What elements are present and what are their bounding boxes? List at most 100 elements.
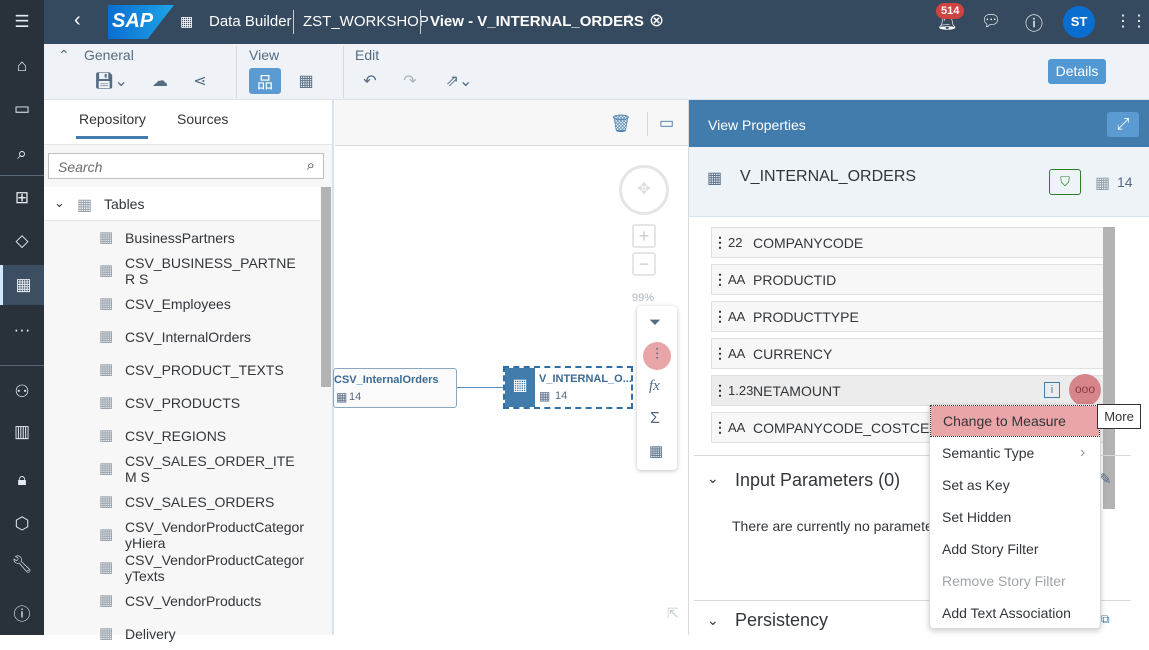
undo-icon[interactable]: ↶	[354, 68, 386, 94]
chevron-down-icon[interactable]: ⌄	[707, 612, 719, 629]
menu-item[interactable]: Remove Story Filter	[930, 565, 1100, 597]
more-icon[interactable]: ···	[0, 310, 44, 350]
chevron-down-icon[interactable]: ⌄	[54, 195, 65, 211]
feedback-icon[interactable]: 💬︎	[981, 11, 1001, 31]
more-icon[interactable]: ooo	[1069, 374, 1101, 406]
data-integration-icon[interactable]: ⚇	[0, 372, 44, 412]
list-item-label: CSV_PRODUCTS	[125, 394, 241, 411]
tab-repository[interactable]: Repository	[79, 111, 146, 127]
list-item[interactable]: ▦ CSV_VendorProductCategor yTexts	[99, 551, 319, 584]
list-item[interactable]: ▦ CSV_PRODUCT_TEXTS	[99, 353, 319, 386]
persistency-header[interactable]: Persistency	[735, 610, 828, 631]
expand-icon[interactable]: ⤢	[1107, 112, 1139, 137]
delete-icon[interactable]: 🗑︎	[610, 114, 632, 134]
product-switch-icon[interactable]: ⋮⋮⋮	[1115, 11, 1149, 31]
back-icon[interactable]: ‹	[74, 9, 81, 32]
list-item[interactable]: ▦ CSV_REGIONS	[99, 419, 319, 452]
export-icon[interactable]: ⇗⌄	[438, 68, 480, 94]
list-item[interactable]: ▦ CSV_VendorProducts	[99, 584, 319, 617]
catalog-icon[interactable]: ▥	[0, 412, 44, 452]
data-marketplace-icon[interactable]: ⌕	[0, 134, 44, 174]
calculated-column-icon[interactable]: fx	[649, 378, 660, 395]
close-icon[interactable]: ⊗	[649, 10, 664, 31]
scrollbar[interactable]	[1103, 227, 1115, 509]
menu-item[interactable]: Semantic Type	[930, 437, 1100, 469]
drag-handle-icon[interactable]: ⋮	[712, 345, 728, 362]
aggregation-icon[interactable]: Σ	[650, 410, 660, 428]
drag-handle-icon[interactable]: ⋮	[712, 234, 728, 251]
list-item[interactable]: ▦ CSV_SALES_ORDER_ITEM S	[99, 452, 319, 485]
folder-tables[interactable]: ⌄ ▦ Tables	[44, 187, 320, 221]
wrench-icon[interactable]: 🔧︎	[0, 545, 44, 585]
repository-icon[interactable]: ▭	[0, 89, 44, 129]
story-icon[interactable]: ⊞	[0, 178, 44, 218]
validation-shield-icon[interactable]: ⛉	[1049, 169, 1081, 195]
chevron-down-icon[interactable]: ⌄	[707, 470, 719, 487]
info-icon[interactable]: i	[1044, 382, 1060, 398]
list-item-label: BusinessPartners	[125, 229, 235, 246]
drag-handle-icon[interactable]: ⋮	[712, 382, 728, 399]
space-name[interactable]: ZST_WORKSHOP	[303, 13, 429, 30]
security-lock-icon[interactable]: 🔒︎	[0, 460, 44, 500]
app-title[interactable]: Data Builder	[209, 13, 292, 30]
column-row[interactable]: ⋮ AA PRODUCTTYPE	[711, 301, 1104, 332]
modeler-icon[interactable]: ◇	[0, 221, 44, 261]
preview-screen-icon[interactable]: ▭	[659, 113, 674, 133]
list-item[interactable]: ▦ CSV_BUSINESS_PARTNER S	[99, 254, 319, 287]
resize-icon[interactable]: ⇱	[667, 605, 679, 622]
pan-control[interactable]: ✥	[619, 165, 669, 215]
menu-item[interactable]: Add Story Filter	[930, 533, 1100, 565]
list-item[interactable]: ▦ CSV_SALES_ORDERS	[99, 485, 319, 518]
external-link-icon[interactable]: ⧉	[1101, 612, 1110, 627]
source-node[interactable]: CSV_InternalOrders ▦ 14	[333, 368, 457, 408]
home-icon[interactable]: ⌂	[0, 46, 44, 86]
list-item[interactable]: ▦ Delivery	[99, 617, 319, 650]
zoom-in-button[interactable]: +	[632, 224, 656, 248]
column-row[interactable]: ⋮ 22 COMPANYCODE	[711, 227, 1104, 258]
search-input[interactable]: Search ⌕	[48, 153, 324, 179]
column-row[interactable]: ⋮ AA CURRENCY	[711, 338, 1104, 369]
drag-handle-icon[interactable]: ⋮	[712, 419, 728, 436]
table-icon: ▦	[1095, 175, 1111, 192]
redo-icon[interactable]: ↷	[394, 68, 426, 94]
list-item[interactable]: ▦ CSV_VendorProductCategor yHiera	[99, 518, 319, 551]
share-icon[interactable]: ⋖	[184, 68, 216, 94]
details-button[interactable]: Details	[1048, 59, 1106, 84]
list-item[interactable]: ▦ BusinessPartners	[99, 221, 319, 254]
info-icon[interactable]: ⓘ	[0, 592, 44, 632]
table-icon: ▦	[99, 360, 114, 378]
column-row[interactable]: ⋮ 1.23 NETAMOUNT i ooo	[711, 374, 1104, 406]
column-row[interactable]: ⋮ AA PRODUCTID	[711, 264, 1104, 295]
menu-item[interactable]: Set as Key	[930, 469, 1100, 501]
menu-icon[interactable]: ☰	[0, 2, 44, 42]
menu-item[interactable]: Add Text Association	[930, 597, 1100, 629]
menu-item[interactable]: Set Hidden	[930, 501, 1100, 533]
avatar[interactable]: ST	[1063, 6, 1095, 38]
search-icon[interactable]: ⌕	[307, 157, 315, 174]
save-icon[interactable]: 💾︎⌄	[90, 68, 132, 94]
list-item[interactable]: ▦ CSV_PRODUCTS	[99, 386, 319, 419]
column-settings-icon[interactable]: ⫶	[643, 342, 671, 370]
transport-icon[interactable]: ⬡	[0, 504, 44, 544]
collapse-icon[interactable]: ⌃	[58, 47, 70, 64]
input-parameters-header[interactable]: Input Parameters (0)	[735, 470, 900, 491]
tab-sources[interactable]: Sources	[177, 111, 228, 127]
filter-icon[interactable]: ⏷	[649, 314, 661, 331]
scrollbar[interactable]	[321, 187, 331, 387]
table-icon[interactable]: ▦	[649, 442, 663, 460]
drag-handle-icon[interactable]: ⋮	[712, 271, 728, 288]
list-item[interactable]: ▦ CSV_InternalOrders	[99, 320, 319, 353]
menu-item[interactable]: Change to Measure	[930, 405, 1100, 437]
repository-panel: Repository Sources Search ⌕ ⌄ ▦ Tables ▦…	[44, 100, 334, 642]
diagram-canvas[interactable]: 🗑︎ ▭ ✥ + − 99% CSV_InternalOrders ▦ 14 ▦…	[333, 100, 689, 635]
table-view-icon[interactable]: ▦	[290, 68, 322, 94]
zoom-out-button[interactable]: −	[632, 252, 656, 276]
help-icon[interactable]: ⓘ	[1025, 10, 1043, 36]
data-builder-icon[interactable]: ▦	[0, 265, 44, 305]
list-item[interactable]: ▦ CSV_Employees	[99, 287, 319, 320]
drag-handle-icon[interactable]: ⋮	[712, 308, 728, 325]
deploy-icon[interactable]: ☁	[144, 68, 176, 94]
diagram-view-icon[interactable]: 品	[249, 68, 281, 94]
view-node[interactable]: ▦ V_INTERNAL_O... ▦ 14	[503, 366, 633, 409]
table-icon: ▦	[99, 591, 114, 609]
